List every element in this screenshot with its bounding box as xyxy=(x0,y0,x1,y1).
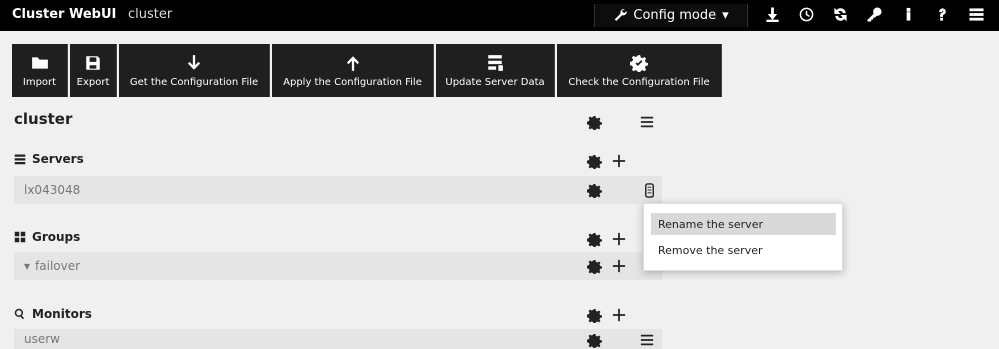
app-title: Cluster WebUI xyxy=(12,7,117,22)
help-icon[interactable] xyxy=(933,5,951,23)
server-icon xyxy=(644,182,654,198)
server-name: lx043048 xyxy=(24,183,81,197)
gear-icon xyxy=(586,259,602,274)
groups-settings-button[interactable] xyxy=(585,230,603,248)
add-group-button[interactable] xyxy=(610,230,628,248)
servers-icon xyxy=(14,154,26,165)
groups-section-title: Groups xyxy=(14,230,80,244)
cluster-menu-button[interactable] xyxy=(638,113,656,131)
get-config-file-button[interactable]: Get the Configuration File xyxy=(119,44,270,97)
plus-icon xyxy=(612,259,626,273)
config-mode-label: Config mode xyxy=(633,8,717,23)
hamburger-icon xyxy=(640,116,654,128)
arrow-down-icon xyxy=(187,54,201,70)
gear-icon xyxy=(586,333,602,348)
gear-check-icon xyxy=(630,54,648,72)
update-server-data-button[interactable]: Update Server Data xyxy=(436,44,555,97)
search-icon xyxy=(14,308,25,320)
server-menu-button[interactable] xyxy=(640,181,658,199)
add-server-button[interactable] xyxy=(610,152,628,170)
rename-server-menu-item[interactable]: Rename the server xyxy=(651,213,836,235)
cluster-settings-button[interactable] xyxy=(585,113,603,131)
cluster-name: cluster xyxy=(128,7,173,22)
monitor-menu-button[interactable] xyxy=(638,331,656,349)
download-icon[interactable] xyxy=(763,5,781,23)
import-button[interactable]: Import xyxy=(12,44,68,97)
folder-icon xyxy=(31,56,48,69)
caret-down-icon: ▾ xyxy=(722,8,729,23)
remove-server-menu-item[interactable]: Remove the server xyxy=(651,239,836,261)
gear-icon xyxy=(586,232,602,247)
wrench-icon xyxy=(613,7,628,25)
gear-icon xyxy=(586,308,602,323)
gear-icon xyxy=(586,183,602,198)
monitors-settings-button[interactable] xyxy=(585,306,603,324)
monitor-name: userw xyxy=(24,332,60,346)
plus-icon xyxy=(612,308,626,322)
server-data-icon xyxy=(488,54,503,71)
gear-icon xyxy=(586,154,602,169)
config-mode-dropdown[interactable]: Config mode ▾ xyxy=(594,4,748,27)
server-row[interactable]: lx043048 xyxy=(14,176,662,204)
refresh-icon[interactable] xyxy=(831,5,849,23)
servers-settings-button[interactable] xyxy=(585,152,603,170)
clock-icon[interactable] xyxy=(797,5,815,23)
groups-icon xyxy=(14,231,26,243)
plus-icon xyxy=(612,232,626,246)
arrow-up-icon xyxy=(346,55,359,71)
add-resource-button[interactable] xyxy=(610,257,628,275)
key-icon[interactable] xyxy=(865,5,883,23)
monitor-row[interactable]: userw xyxy=(14,329,662,349)
export-button[interactable]: Export xyxy=(70,44,117,97)
server-context-menu: Rename the server Remove the server xyxy=(643,203,843,271)
monitors-section-title: Monitors xyxy=(14,307,92,321)
apply-config-file-button[interactable]: Apply the Configuration File xyxy=(272,44,434,97)
group-settings-button[interactable] xyxy=(585,257,603,275)
plus-icon xyxy=(612,154,626,168)
group-row[interactable]: ▾ failover xyxy=(14,252,662,280)
toolbar: Import Export Get the Configuration File… xyxy=(12,44,722,97)
caret-down-icon: ▾ xyxy=(24,259,31,273)
server-settings-button[interactable] xyxy=(585,181,603,199)
servers-section-title: Servers xyxy=(14,152,84,166)
save-icon xyxy=(86,55,100,70)
page-title: cluster xyxy=(14,110,73,128)
hamburger-icon xyxy=(640,334,654,346)
menu-list-icon[interactable] xyxy=(967,5,985,23)
info-icon[interactable] xyxy=(899,5,917,23)
check-config-file-button[interactable]: Check the Configuration File xyxy=(557,44,722,97)
top-bar: Cluster WebUI cluster Config mode ▾ xyxy=(0,0,999,31)
group-name: failover xyxy=(35,259,81,273)
gear-icon xyxy=(586,115,602,130)
add-monitor-button[interactable] xyxy=(610,306,628,324)
monitor-settings-button[interactable] xyxy=(585,331,603,349)
